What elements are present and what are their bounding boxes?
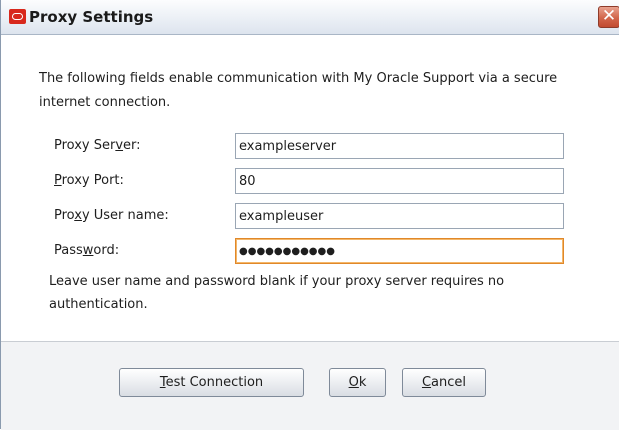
dialog-content: The following fields enable communicatio…	[1, 35, 619, 341]
oracle-logo-icon	[9, 9, 26, 24]
ok-button[interactable]: Ok	[329, 368, 386, 397]
proxy-port-label: Proxy Port:	[54, 173, 124, 188]
test-connection-button[interactable]: Test Connection	[119, 368, 304, 397]
proxy-username-input[interactable]	[235, 203, 564, 229]
close-icon[interactable]: ✕	[598, 6, 619, 28]
authentication-note: Leave user name and password blank if yo…	[49, 274, 505, 312]
password-input[interactable]: ●●●●●●●●●●●	[235, 238, 564, 264]
intro-text: The following fields enable communicatio…	[39, 71, 558, 110]
proxy-settings-dialog: Proxy Settings ✕ The following fields en…	[0, 0, 619, 430]
dialog-title: Proxy Settings	[29, 8, 154, 26]
proxy-server-input[interactable]	[235, 133, 564, 159]
proxy-port-input[interactable]	[235, 168, 564, 194]
cancel-button[interactable]: Cancel	[402, 368, 486, 397]
password-label: Password:	[54, 243, 120, 258]
button-bar: Test Connection Ok Cancel	[1, 341, 619, 430]
title-bar[interactable]: Proxy Settings ✕	[1, 0, 619, 35]
proxy-server-label: Proxy Server:	[54, 138, 141, 153]
password-mask: ●●●●●●●●●●●	[239, 246, 335, 257]
proxy-username-label: Proxy User name:	[54, 208, 169, 223]
